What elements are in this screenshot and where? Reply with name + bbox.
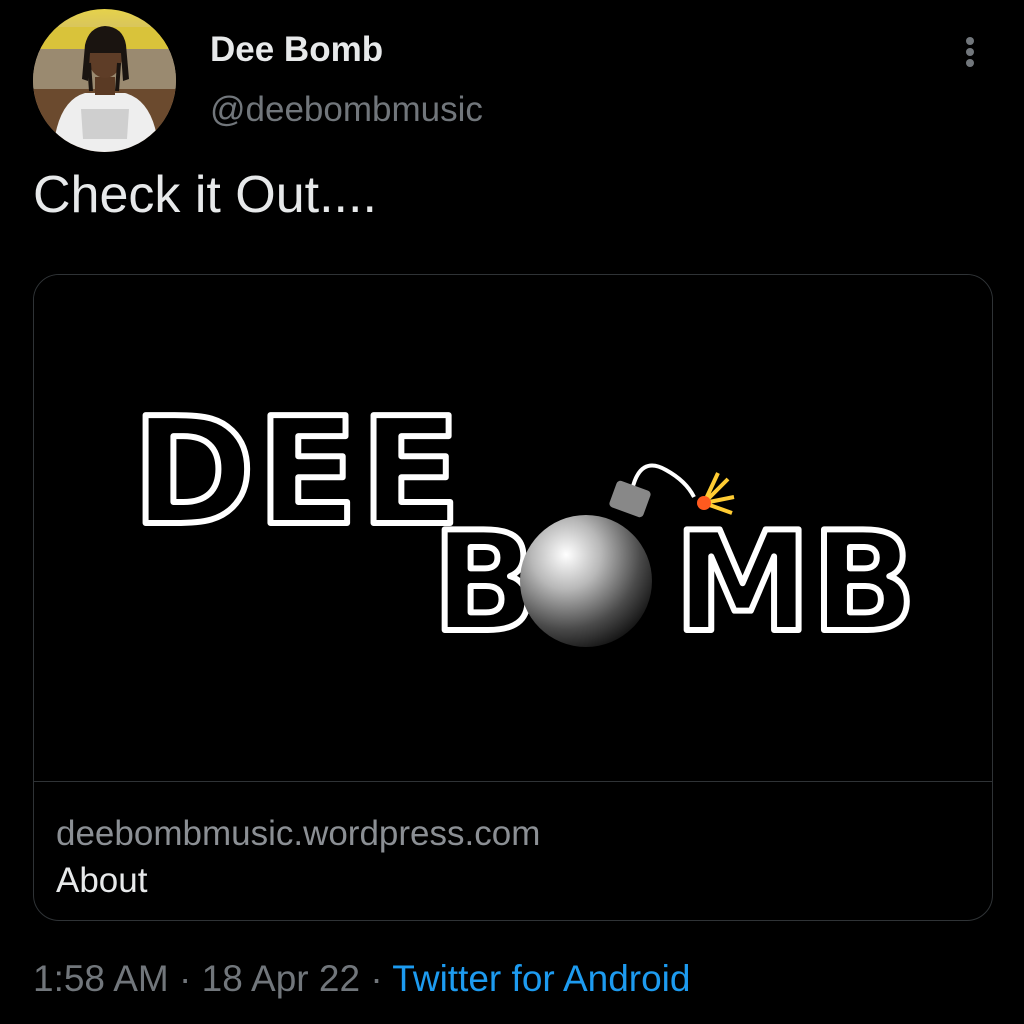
meta-separator: · (370, 958, 383, 999)
svg-text:DEE: DEE (132, 386, 463, 558)
author-handle[interactable]: @deebombmusic (210, 90, 483, 130)
svg-text:MB: MB (674, 502, 917, 663)
card-title: About (56, 861, 148, 900)
avatar[interactable] (33, 9, 176, 152)
tweet-time: 1:58 AM (33, 958, 169, 999)
more-options-button[interactable] (952, 30, 988, 74)
more-vertical-icon (966, 37, 974, 67)
card-domain: deebombmusic.wordpress.com (56, 814, 541, 853)
meta-separator: · (179, 958, 192, 999)
tweet-meta: 1:58 AM · 18 Apr 22 · Twitter for Androi… (33, 958, 690, 1000)
card-image: DEE B MB (34, 275, 992, 781)
tweet-text: Check it Out.... (33, 166, 377, 224)
author-name[interactable]: Dee Bomb (210, 30, 383, 70)
dee-bomb-logo: DEE B MB (129, 383, 920, 666)
card-info: deebombmusic.wordpress.com About (34, 781, 992, 920)
profile-photo-icon (33, 9, 176, 152)
tweet-source-link[interactable]: Twitter for Android (392, 958, 690, 999)
tweet-date: 18 Apr 22 (201, 958, 361, 999)
link-card[interactable]: DEE B MB deebombmusic.wordpress.com Abou… (33, 274, 993, 921)
